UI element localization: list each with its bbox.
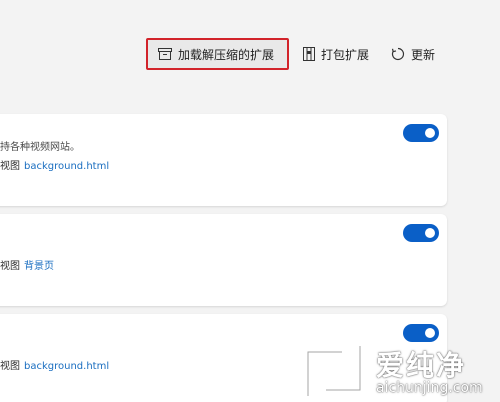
inspect-views: 视图 background.html	[0, 357, 109, 372]
inspect-views: 视图 background.html	[0, 157, 109, 172]
toolbar: 加载解压缩的扩展 打包扩展 更新	[0, 0, 500, 100]
inspect-views-label: 视图	[0, 161, 20, 172]
refresh-label: 更新	[411, 47, 436, 62]
inspect-views: 视图 背景页	[0, 257, 54, 272]
background-page-link[interactable]: background.html	[24, 361, 109, 372]
extension-description: 持各种视频网站。	[0, 142, 80, 153]
pack-extension-label: 打包扩展	[321, 47, 370, 62]
watermark-title: 爱纯净	[376, 349, 467, 382]
extension-card: 持各种视频网站。 视图 background.html	[0, 114, 447, 206]
watermark: 爱纯净 aichunjing.com	[302, 342, 500, 402]
package-icon	[303, 47, 315, 61]
enable-toggle[interactable]	[403, 224, 439, 242]
refresh-button[interactable]: 更新	[391, 38, 435, 70]
enable-toggle[interactable]	[403, 324, 439, 342]
extension-card: 视图 背景页	[0, 214, 447, 306]
inspect-views-label: 视图	[0, 261, 20, 272]
archive-box-icon	[158, 48, 172, 60]
inspect-views-label: 视图	[0, 361, 20, 372]
watermark-logo-icon	[302, 342, 366, 402]
load-unpacked-label: 加载解压缩的扩展	[178, 47, 275, 62]
background-page-link[interactable]: 背景页	[24, 261, 54, 272]
enable-toggle[interactable]	[403, 124, 439, 142]
toggle-knob	[425, 128, 435, 138]
load-unpacked-button[interactable]: 加载解压缩的扩展	[146, 38, 289, 70]
toggle-knob	[425, 228, 435, 238]
background-page-link[interactable]: background.html	[24, 161, 109, 172]
refresh-icon	[391, 47, 405, 61]
watermark-url: aichunjing.com	[376, 380, 483, 396]
pack-extension-button[interactable]: 打包扩展	[303, 38, 369, 70]
toggle-knob	[425, 328, 435, 338]
